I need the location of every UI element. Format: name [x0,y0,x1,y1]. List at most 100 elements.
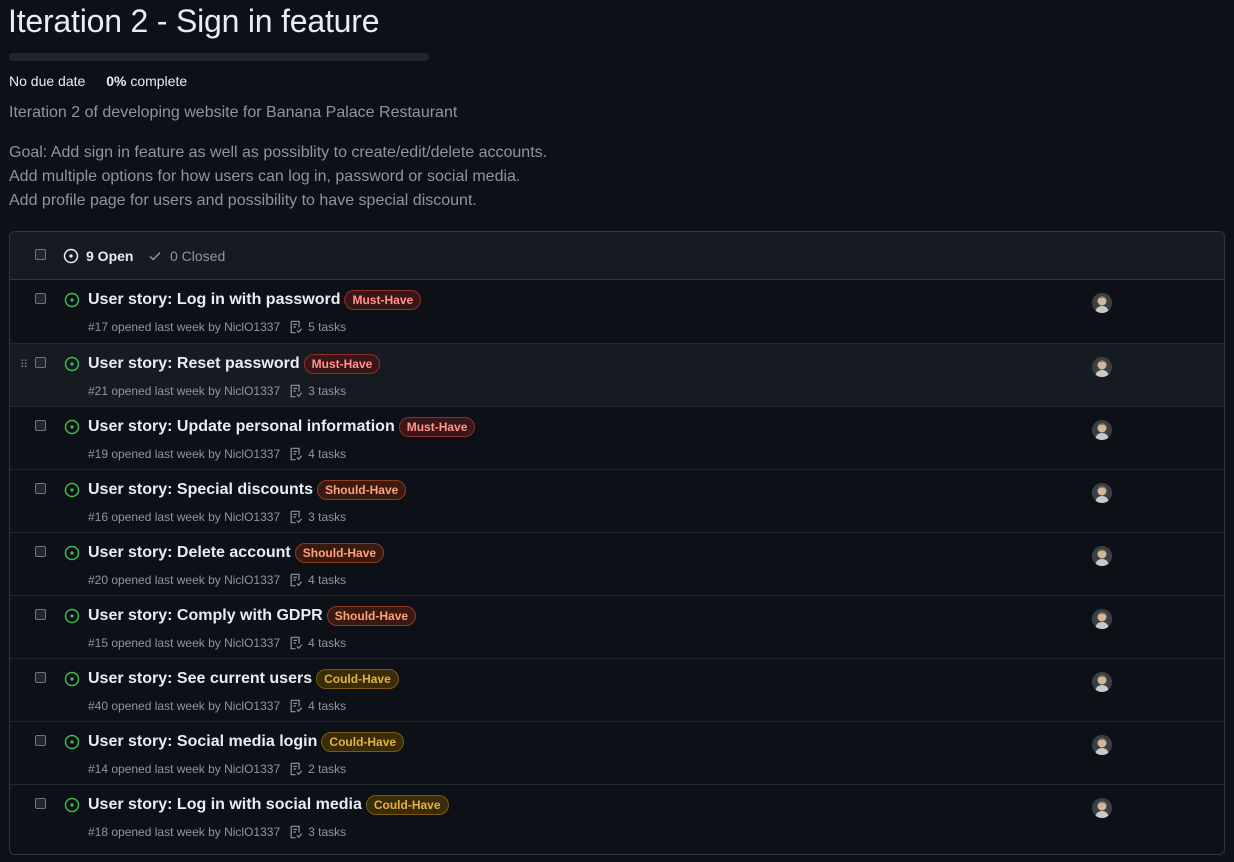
progress-bar [9,53,429,61]
assignee-avatar[interactable] [1092,357,1112,377]
issue-list: User story: Log in with password Must-Ha… [10,280,1224,847]
task-progress[interactable]: 3 tasks [289,384,346,398]
task-progress[interactable]: 4 tasks [289,447,346,461]
issue-meta-text: #21 opened last week by NiclO1337 [88,384,281,398]
assignee-avatar[interactable] [1092,546,1112,566]
issue-checkbox[interactable] [35,483,46,494]
issue-title-line: User story: Log in with password Must-Ha… [88,290,422,310]
task-count: 2 tasks [308,762,347,776]
tasklist-icon [290,573,303,587]
task-count: 4 tasks [308,447,347,461]
priority-label[interactable]: Must-Have [344,290,422,310]
task-progress[interactable]: 2 tasks [289,762,346,776]
issue-title-link[interactable]: User story: Delete account [88,544,291,562]
issue-title-line: User story: Delete account Should-Have [88,543,385,563]
issue-open-icon [64,671,80,687]
due-date: No due date [9,73,86,89]
tasklist-icon [290,384,303,398]
issue-meta: #40 opened last week by NiclO1337 4 task… [88,699,346,713]
issue-meta-text: #14 opened last week by NiclO1337 [88,762,281,776]
issue-title-link[interactable]: User story: Log in with social media [88,796,362,814]
priority-label[interactable]: Should-Have [316,480,407,500]
priority-label[interactable]: Could-Have [316,669,399,689]
priority-label[interactable]: Must-Have [398,417,476,437]
select-all-checkbox[interactable] [35,249,46,260]
issues-box: 9 Open 0 Closed User story: Log in with … [9,231,1225,855]
issue-title-link[interactable]: User story: Comply with GDPR [88,607,323,625]
task-progress[interactable]: 3 tasks [289,510,346,524]
task-count: 3 tasks [308,384,347,398]
issue-title-link[interactable]: User story: Social media login [88,733,317,751]
closed-filter[interactable]: 0 Closed [147,248,225,264]
issue-row[interactable]: User story: Update personal information … [10,406,1224,469]
issue-row[interactable]: User story: Delete account Should-Have #… [10,532,1224,595]
issue-row[interactable]: User story: Special discounts Should-Hav… [10,469,1224,532]
assignee-avatar[interactable] [1092,483,1112,503]
drag-handle-icon[interactable]: ⠿ [20,358,28,371]
issue-title-line: User story: Social media login Could-Hav… [88,732,405,752]
issue-title-line: User story: Comply with GDPR Should-Have [88,606,417,626]
issue-title-link[interactable]: User story: Special discounts [88,481,313,499]
assignee-avatar[interactable] [1092,293,1112,313]
issue-checkbox[interactable] [35,672,46,683]
tasklist-icon [290,447,303,461]
closed-count: 0 Closed [170,248,226,264]
issue-checkbox[interactable] [35,357,46,368]
percent-complete: 0% [106,73,127,89]
assignee-avatar[interactable] [1092,420,1112,440]
issue-row[interactable]: User story: Log in with social media Cou… [10,784,1224,847]
issue-row[interactable]: User story: Log in with password Must-Ha… [10,280,1224,343]
open-filter[interactable]: 9 Open [63,248,133,264]
goal-line: Add profile page for users and possibili… [9,192,477,209]
assignee-avatar[interactable] [1092,609,1112,629]
issue-row[interactable]: ⠿ User story: Reset password Must-Have #… [10,343,1224,406]
issue-checkbox[interactable] [35,798,46,809]
assignee-avatar[interactable] [1092,735,1112,755]
issue-checkbox[interactable] [35,609,46,620]
task-count: 3 tasks [308,510,347,524]
milestone-meta: No due date 0% complete [9,73,187,89]
assignee-avatar[interactable] [1092,798,1112,818]
task-progress[interactable]: 4 tasks [289,573,346,587]
issue-title-link[interactable]: User story: Update personal information [88,418,395,436]
priority-label[interactable]: Must-Have [303,354,381,374]
priority-label[interactable]: Should-Have [326,606,417,626]
description-text: Iteration 2 of developing website for Ba… [9,104,458,121]
issue-title-link[interactable]: User story: Reset password [88,355,300,373]
issue-open-icon [64,292,80,308]
task-progress[interactable]: 4 tasks [289,699,346,713]
issue-row[interactable]: User story: Social media login Could-Hav… [10,721,1224,784]
issue-checkbox[interactable] [35,546,46,557]
issue-meta-text: #18 opened last week by NiclO1337 [88,825,281,839]
task-progress[interactable]: 4 tasks [289,636,346,650]
task-progress[interactable]: 3 tasks [289,825,346,839]
issue-checkbox[interactable] [35,293,46,304]
issue-row[interactable]: User story: Comply with GDPR Should-Have… [10,595,1224,658]
assignee-avatar[interactable] [1092,672,1112,692]
issues-header: 9 Open 0 Closed [10,232,1224,280]
issue-open-icon [64,797,80,813]
issue-meta: #18 opened last week by NiclO1337 3 task… [88,825,346,839]
issue-title-link[interactable]: User story: Log in with password [88,291,340,309]
issue-meta: #15 opened last week by NiclO1337 4 task… [88,636,346,650]
task-progress[interactable]: 5 tasks [289,320,346,334]
issue-title-line: User story: Update personal information … [88,417,476,437]
tasklist-icon [290,762,303,776]
issue-open-icon [63,248,79,264]
avatar-image [1092,420,1112,440]
avatar-image [1092,483,1112,503]
complete-label: complete [130,73,188,89]
tasklist-icon [290,825,303,839]
issue-title-link[interactable]: User story: See current users [88,670,312,688]
priority-label[interactable]: Should-Have [294,543,385,563]
priority-label[interactable]: Could-Have [365,795,449,815]
goal-line: Goal: Add sign in feature as well as pos… [9,144,548,161]
issue-checkbox[interactable] [35,420,46,431]
issue-meta-text: #19 opened last week by NiclO1337 [88,447,281,461]
issue-title-line: User story: Special discounts Should-Hav… [88,480,407,500]
milestone-title: Iteration 2 - Sign in feature [8,3,380,39]
priority-label[interactable]: Could-Have [321,732,405,752]
task-count: 3 tasks [308,825,347,839]
issue-row[interactable]: User story: See current users Could-Have… [10,658,1224,721]
issue-checkbox[interactable] [35,735,46,746]
